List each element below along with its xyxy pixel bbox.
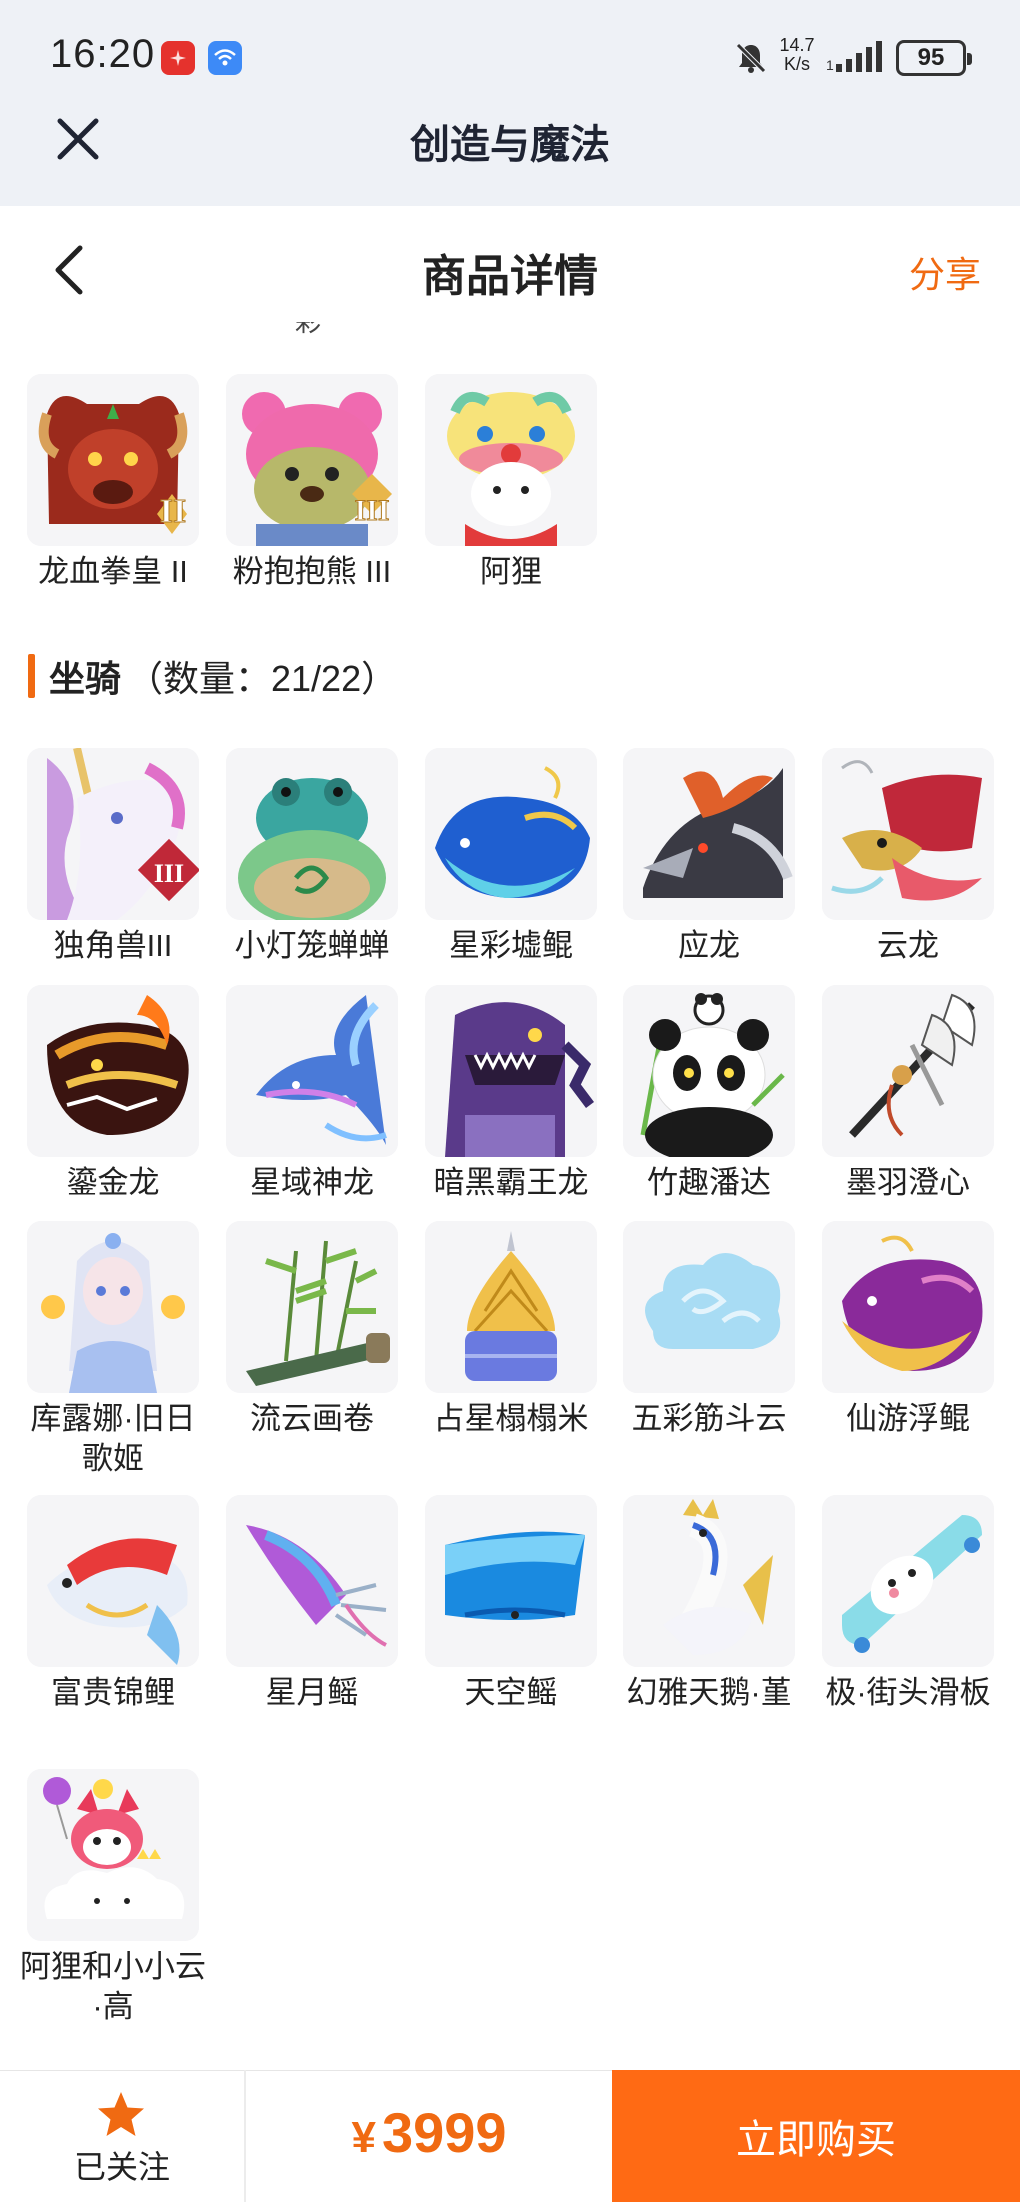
item-name: 仙游浮鲲 [846, 1401, 970, 1436]
bamboo-scroll-icon [226, 1221, 398, 1393]
cloud-dragon-icon [822, 748, 994, 920]
section-label: 坐骑 [49, 658, 122, 699]
item-name: 幻雅天鹅·堇 [626, 1675, 792, 1710]
skateboard-icon [822, 1495, 994, 1667]
lantern-frog-icon [226, 748, 398, 920]
pink-bear-icon: III [226, 374, 398, 546]
item-name: 五彩筋斗云 [631, 1401, 787, 1436]
item-tile[interactable]: 星彩墟鲲 [425, 748, 597, 966]
item-name: 鎏金龙 [66, 1165, 160, 1200]
item-tile[interactable]: 仙游浮鲲 [822, 1221, 994, 1439]
price-value: 3999 [381, 2101, 507, 2164]
blue-whale-icon [425, 748, 597, 920]
item-tile[interactable]: 天空鳐 [425, 1495, 597, 1713]
item-tile[interactable]: III 粉抱抱熊 III [226, 374, 398, 592]
item-name: 粉抱抱熊 III [232, 554, 392, 589]
buy-now-button[interactable]: 立即购买 [612, 2070, 1020, 2202]
star-icon [98, 2092, 144, 2136]
item-name: 暗黑霸王龙 [433, 1165, 589, 1200]
astro-tatami-icon [425, 1221, 597, 1393]
bell-muted-icon [736, 43, 766, 73]
svg-text:1: 1 [826, 57, 834, 73]
cloud-icon [623, 1221, 795, 1393]
item-name: 阿狸和小小云·高 [20, 1949, 206, 2024]
item-name: 阿狸 [480, 554, 542, 589]
item-tile[interactable]: II 龙血拳皇 II [27, 374, 199, 592]
item-tile[interactable]: 星月鳐 [226, 1495, 398, 1713]
unicorn-icon: III [27, 748, 199, 920]
share-button[interactable]: 分享 [909, 246, 981, 298]
red-dragon-fighter-icon: II [27, 374, 199, 546]
dark-dragon-icon [623, 748, 795, 920]
item-name: 星域神龙 [250, 1165, 374, 1200]
clipped-text: 彩 [295, 322, 322, 337]
page-title: 商品详情 [422, 252, 598, 301]
item-name: 小灯笼蝉蝉 [234, 928, 390, 963]
item-tile[interactable]: 极·街头滑板 [822, 1495, 994, 1713]
koi-icon [27, 1495, 199, 1667]
item-name: 龙血拳皇 II [38, 554, 188, 589]
tier-badge-text: III [154, 859, 184, 888]
price: ¥3999 [246, 2100, 612, 2165]
item-name: 竹趣潘达 [647, 1165, 771, 1200]
item-name: 极·街头滑板 [825, 1675, 991, 1710]
item-tile[interactable]: 小灯笼蝉蝉 [226, 748, 398, 966]
kuluna-singer-icon [27, 1221, 199, 1393]
item-tile[interactable]: 占星榻榻米 [425, 1221, 597, 1439]
section-count: （数量：21/22） [127, 658, 398, 699]
dark-trex-icon [425, 985, 597, 1157]
star-ray-icon [226, 1495, 398, 1667]
swan-icon [623, 1495, 795, 1667]
item-name: 应龙 [678, 928, 740, 963]
net-speed-value: 14.7 [779, 35, 815, 55]
item-tile[interactable]: 库露娜·旧日歌姬 [27, 1221, 199, 1479]
status-time: 16:20 [50, 32, 156, 76]
item-tile[interactable]: 流云画卷 [226, 1221, 398, 1439]
item-name: 占星榻榻米 [433, 1401, 589, 1436]
net-speed: 14.7 K/s [774, 36, 820, 74]
feather-sword-icon [822, 985, 994, 1157]
panda-icon [623, 985, 795, 1157]
item-name: 星月鳐 [265, 1675, 359, 1710]
item-name: 库露娜·旧日歌姬 [30, 1401, 196, 1476]
floating-whale-icon [822, 1221, 994, 1393]
wifi-app-icon [208, 41, 242, 75]
item-tile[interactable]: 五彩筋斗云 [623, 1221, 795, 1439]
item-tile[interactable]: 阿狸 [425, 374, 597, 592]
item-tile[interactable]: 暗黑霸王龙 [425, 985, 597, 1203]
follow-label: 已关注 [73, 2149, 170, 2185]
ali-lion-dance-icon [425, 374, 597, 546]
section-accent-bar [28, 654, 35, 698]
item-tile[interactable]: 墨羽澄心 [822, 985, 994, 1203]
item-name: 墨羽澄心 [846, 1165, 970, 1200]
item-tile[interactable]: 富贵锦鲤 [27, 1495, 199, 1713]
item-tile[interactable]: 星域神龙 [226, 985, 398, 1203]
item-tile[interactable]: 云龙 [822, 748, 994, 966]
huawei-app-icon [161, 41, 195, 75]
item-name: 星彩墟鲲 [449, 928, 573, 963]
item-name: 富贵锦鲤 [51, 1675, 175, 1710]
webview-title: 创造与魔法 [410, 123, 610, 167]
golden-dragon-icon [27, 985, 199, 1157]
item-name: 天空鳐 [464, 1675, 558, 1710]
item-tile[interactable]: 鎏金龙 [27, 985, 199, 1203]
item-tile[interactable]: 幻雅天鹅·堇 [623, 1495, 795, 1713]
sky-ray-icon [425, 1495, 597, 1667]
ali-cloud-icon [27, 1769, 199, 1941]
item-name: 独角兽III [53, 928, 173, 963]
battery-indicator: 95 [896, 40, 972, 76]
item-tile[interactable]: 应龙 [623, 748, 795, 966]
currency-symbol: ¥ [351, 2113, 376, 2162]
tier-badge-text: III [354, 494, 389, 527]
tier-badge-text: II [160, 493, 186, 530]
item-name: 云龙 [877, 928, 939, 963]
item-name: 流云画卷 [250, 1401, 374, 1436]
item-tile[interactable]: 阿狸和小小云·高 [20, 1769, 206, 2027]
signal-icon: 1 [826, 41, 882, 73]
net-speed-unit: K/s [783, 54, 810, 74]
mounts-section-title: 坐骑 （数量：21/22） [28, 652, 397, 700]
star-dragon-icon [226, 985, 398, 1157]
item-tile[interactable]: 竹趣潘达 [623, 985, 795, 1203]
item-tile[interactable]: III 独角兽III [27, 748, 199, 966]
